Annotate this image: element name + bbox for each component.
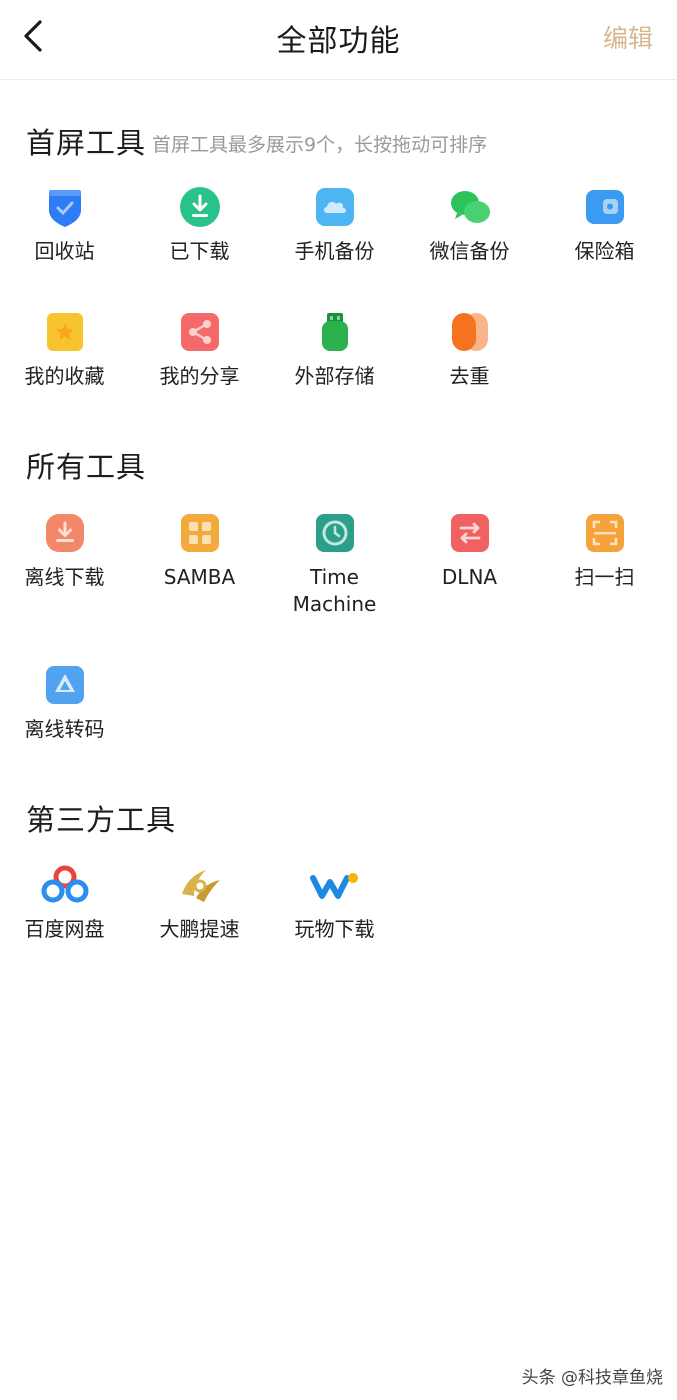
- offline-download-icon: [44, 512, 86, 554]
- home-tools-title: 首屏工具: [26, 126, 147, 160]
- tool-label: 大鹏提速: [159, 917, 240, 941]
- wechat-backup-icon: [449, 186, 491, 228]
- tool-label: 玩物下载: [294, 917, 375, 941]
- tool-label: SAMBA: [163, 565, 236, 589]
- tool-label: Time Machine: [292, 565, 377, 616]
- dedupe-icon: [449, 311, 491, 353]
- tool-label: 离线转码: [24, 717, 105, 741]
- dapeng-speedup-icon: [176, 864, 224, 906]
- tool-label: 我的收藏: [24, 364, 105, 388]
- downloaded-icon: [179, 186, 221, 228]
- tool-label: 离线下载: [24, 565, 105, 589]
- time-machine-icon: [314, 512, 356, 554]
- wanwu-download-icon: [309, 864, 361, 906]
- all-tools-title: 所有工具: [26, 450, 147, 484]
- home-tools-hint: 首屏工具最多展示9个，长按拖动可排序: [152, 134, 488, 156]
- share-icon: [179, 311, 221, 353]
- favorites-icon: [44, 311, 86, 353]
- dlna-icon: [449, 512, 491, 554]
- third-party-title: 第三方工具: [26, 803, 177, 837]
- tool-label: 去重: [449, 364, 490, 388]
- watermark-text: 头条 @科技章鱼烧: [521, 1368, 663, 1388]
- tool-label: 百度网盘: [24, 917, 105, 941]
- top-app-bar: 全部功能 编辑: [0, 0, 677, 80]
- samba-icon: [179, 512, 221, 554]
- tool-label: 外部存储: [294, 364, 375, 388]
- usb-storage-icon: [314, 311, 356, 353]
- baidu-netdisk-icon: [39, 864, 91, 906]
- tool-label: DLNA: [441, 565, 498, 589]
- scan-icon: [584, 512, 626, 554]
- tool-label: 微信备份: [429, 239, 510, 263]
- offline-transcode-icon: [44, 664, 86, 706]
- tool-label: 我的分享: [159, 364, 240, 388]
- safe-box-icon: [584, 186, 626, 228]
- tool-label: 回收站: [34, 239, 95, 263]
- tool-label: 已下载: [169, 239, 230, 263]
- tool-label: 手机备份: [294, 239, 375, 263]
- page-title: 全部功能: [276, 24, 401, 59]
- phone-backup-icon: [314, 186, 356, 228]
- recycle-bin-icon: [44, 186, 86, 228]
- tool-label: 扫一扫: [574, 565, 635, 589]
- tool-label: 保险箱: [574, 239, 635, 263]
- edit-button[interactable]: 编辑: [603, 19, 653, 55]
